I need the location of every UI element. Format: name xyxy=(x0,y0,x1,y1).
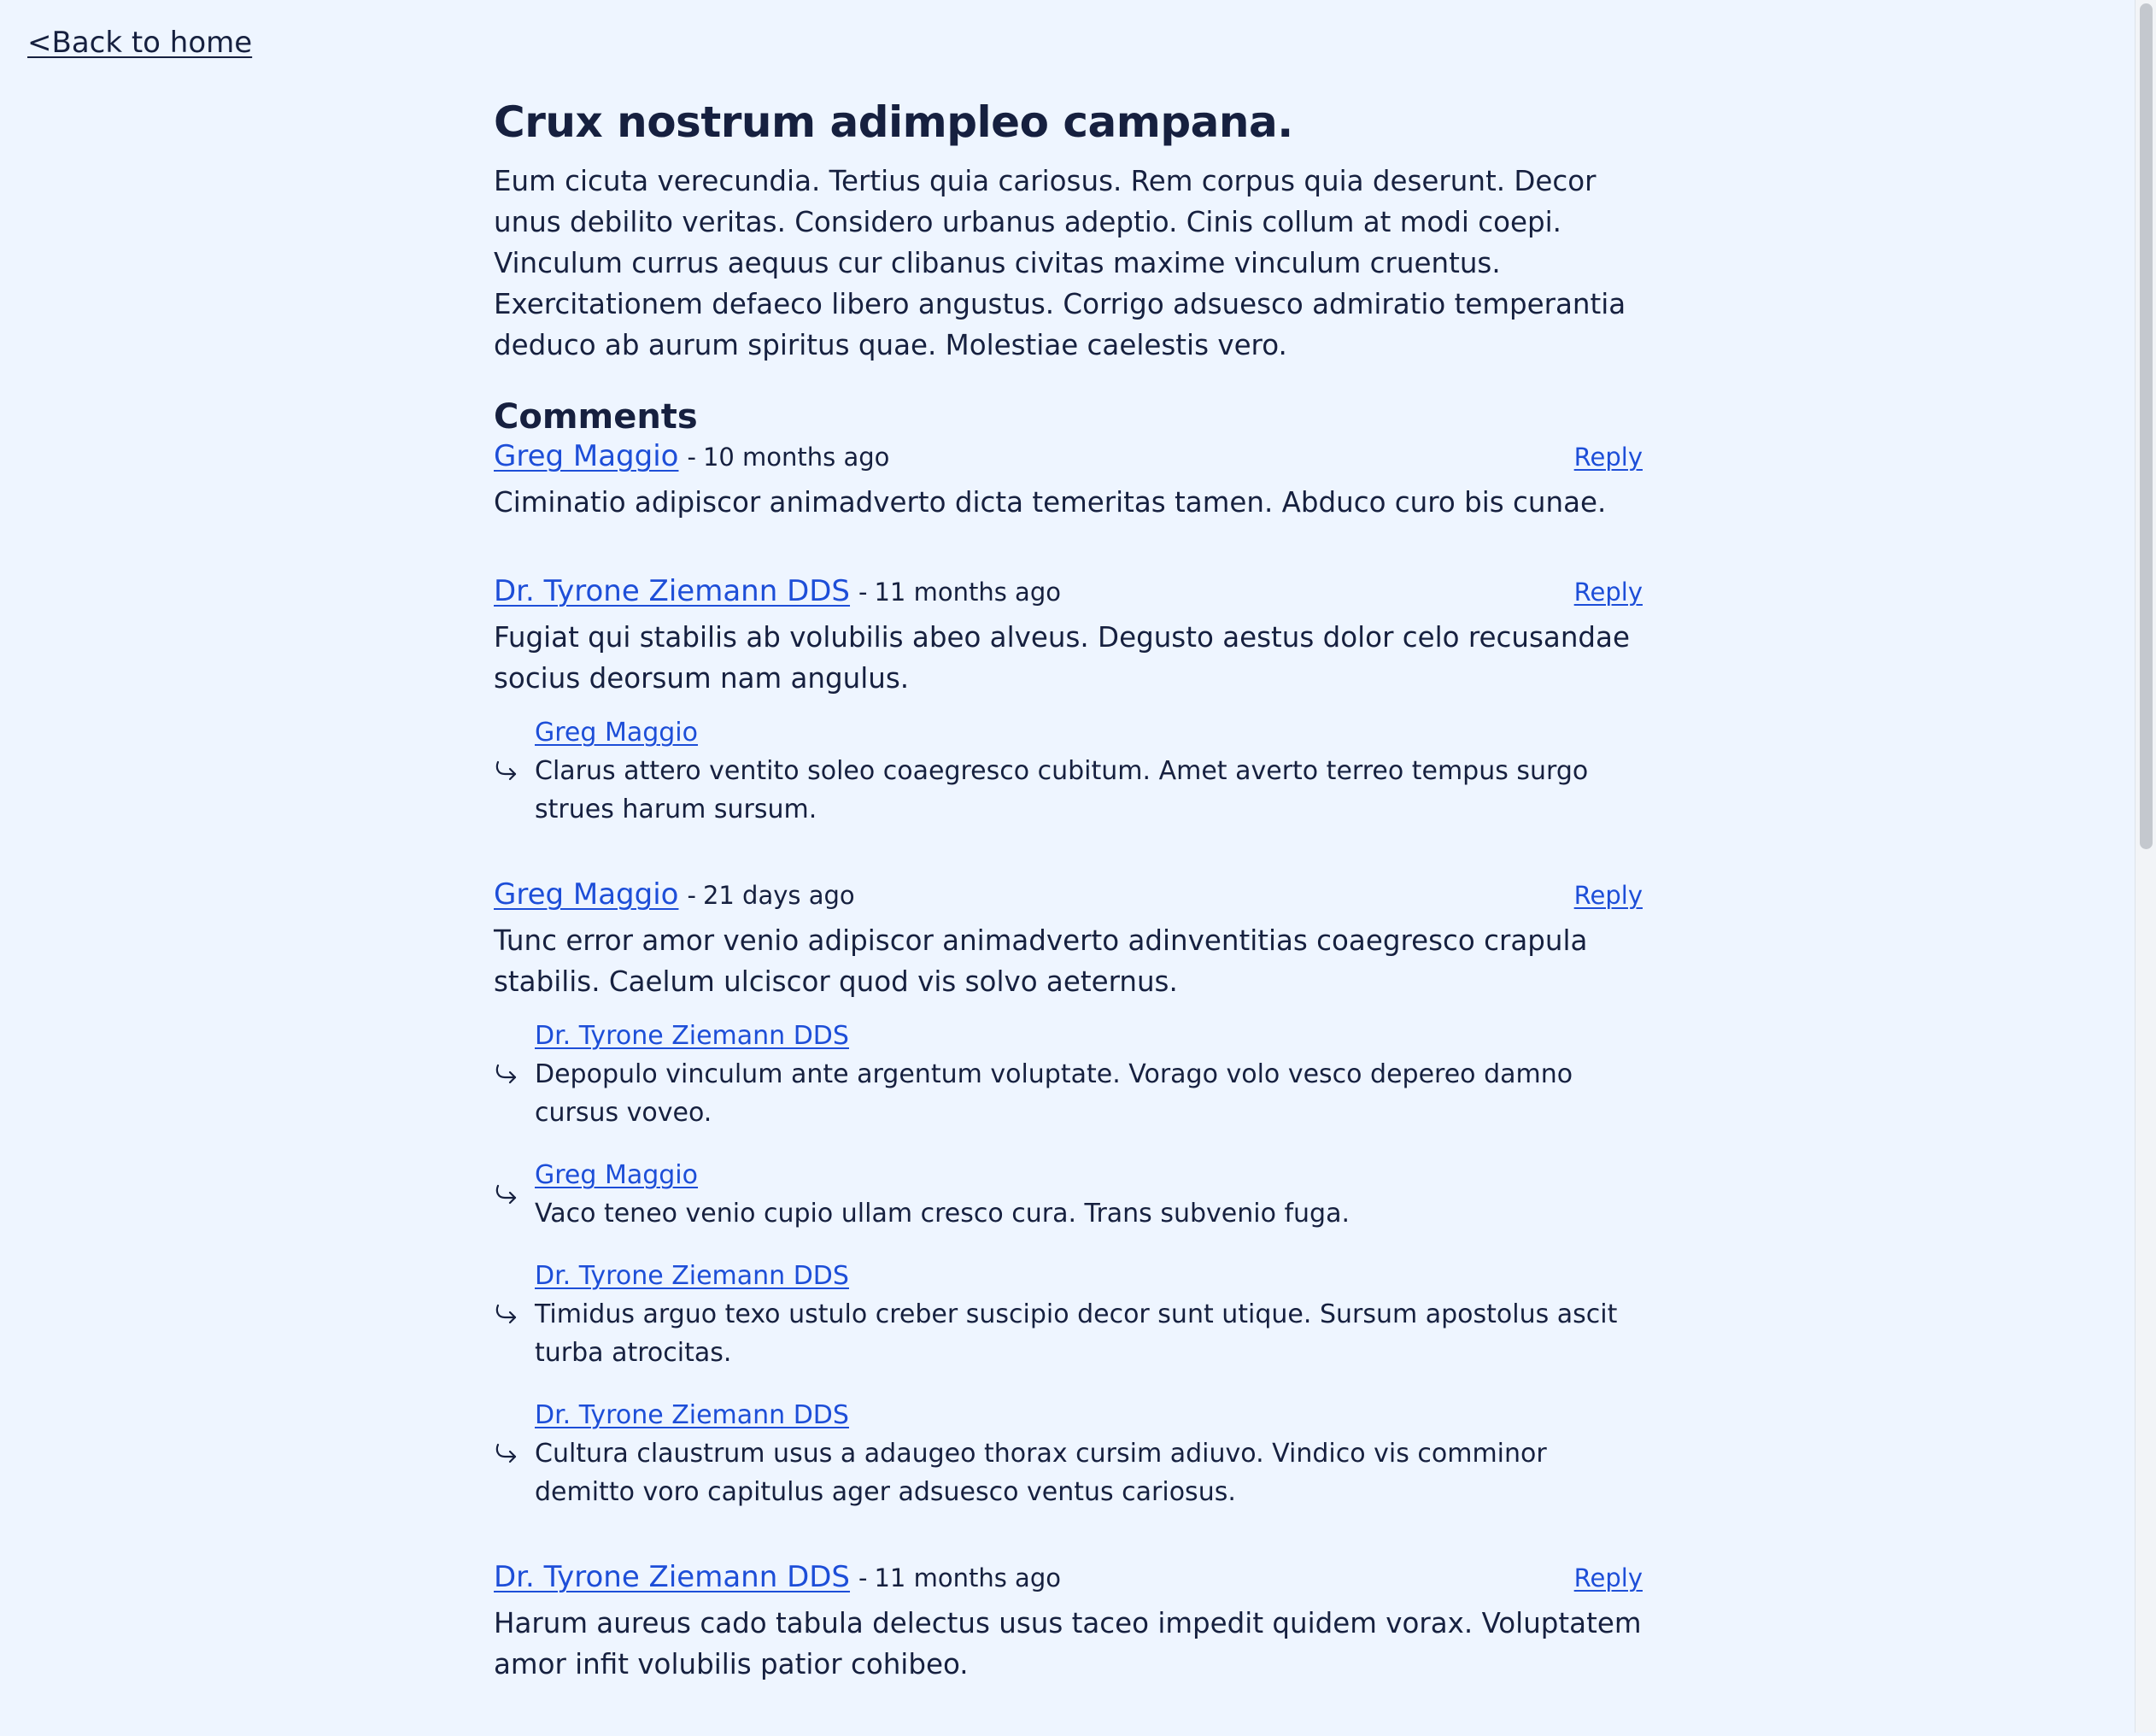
post-title: Crux nostrum adimpleo campana. xyxy=(494,97,1293,147)
comment: Dr. Tyrone Ziemann DDS - 11 months ago R… xyxy=(494,1560,1643,1736)
reply-arrow-icon xyxy=(494,1303,535,1327)
comment-text: Harum aureus cado tabula delectus usus t… xyxy=(494,1607,1642,1680)
reply-button[interactable]: Reply xyxy=(1574,578,1643,607)
comment-timestamp: 11 months ago xyxy=(874,1563,1061,1592)
reply-body: Greg Maggio Clarus attero ventito soleo … xyxy=(535,714,1643,829)
reply-author-link[interactable]: Greg Maggio xyxy=(535,714,698,752)
comment-text: Tunc error amor venio adipiscor animadve… xyxy=(494,924,1588,998)
comment-timestamp: 21 days ago xyxy=(702,881,855,910)
post-content: Crux nostrum adimpleo campana. Eum cicut… xyxy=(494,91,1643,1736)
comment-separator: - xyxy=(687,443,696,472)
comment-spacer xyxy=(494,1536,1643,1560)
comment: Greg Maggio - 21 days ago Reply Tunc err… xyxy=(494,877,1643,1560)
comment-author-link[interactable]: Greg Maggio xyxy=(494,439,678,473)
reply-body: Dr. Tyrone Ziemann DDS Cultura claustrum… xyxy=(535,1397,1643,1511)
reply-text: Clarus attero ventito soleo coaegresco c… xyxy=(535,756,1589,824)
comments-heading: Comments xyxy=(494,397,698,437)
comment-timestamp: 10 months ago xyxy=(702,443,890,472)
reply-text: Timidus arguo texo ustulo creber suscipi… xyxy=(535,1299,1618,1368)
comment-header: Dr. Tyrone Ziemann DDS - 11 months ago R… xyxy=(494,1560,1643,1603)
reply-arrow-icon xyxy=(494,1442,535,1466)
comment-separator: - xyxy=(858,1563,868,1592)
reply-arrow-icon xyxy=(494,760,535,783)
reply-arrow-icon xyxy=(494,1183,535,1207)
comment-spacer xyxy=(494,853,1643,877)
reply-thread: Dr. Tyrone Ziemann DDS Depopulo vinculum… xyxy=(494,1018,1643,1511)
reply-button[interactable]: Reply xyxy=(1574,443,1643,472)
comment-text: Fugiat qui stabilis ab volubilis abeo al… xyxy=(494,621,1630,695)
reply-text: Vaco teneo venio cupio ullam cresco cura… xyxy=(535,1199,1350,1229)
comment-header: Dr. Tyrone Ziemann DDS - 11 months ago R… xyxy=(494,574,1643,617)
comment: Greg Maggio - 10 months ago Reply Cimina… xyxy=(494,439,1643,574)
reply-author-link[interactable]: Dr. Tyrone Ziemann DDS xyxy=(535,1397,849,1434)
comment-text: Ciminatio adipiscor animadverto dicta te… xyxy=(494,486,1607,519)
comment-author-link[interactable]: Dr. Tyrone Ziemann DDS xyxy=(494,1560,850,1594)
reply-item: Greg Maggio Vaco teneo venio cupio ullam… xyxy=(494,1157,1643,1233)
reply-item: Dr. Tyrone Ziemann DDS Cultura claustrum… xyxy=(494,1397,1643,1511)
reply-item: Greg Maggio Clarus attero ventito soleo … xyxy=(494,714,1643,829)
comment-spacer xyxy=(494,1685,1643,1736)
comment-separator: - xyxy=(858,578,868,607)
reply-body: Dr. Tyrone Ziemann DDS Timidus arguo tex… xyxy=(535,1258,1643,1372)
reply-item: Dr. Tyrone Ziemann DDS Timidus arguo tex… xyxy=(494,1258,1643,1372)
reply-author-link[interactable]: Dr. Tyrone Ziemann DDS xyxy=(535,1258,849,1295)
reply-arrow-icon xyxy=(494,1063,535,1087)
comment-timestamp: 11 months ago xyxy=(874,578,1061,607)
scrollbar-track[interactable] xyxy=(2135,0,2156,1733)
back-to-home-link[interactable]: <Back to home xyxy=(27,26,252,60)
reply-body: Greg Maggio Vaco teneo venio cupio ullam… xyxy=(535,1157,1643,1233)
comment-header: Greg Maggio - 21 days ago Reply xyxy=(494,877,1643,920)
post-body: Eum cicuta verecundia. Tertius quia cari… xyxy=(494,165,1626,361)
comment-separator: - xyxy=(687,881,696,910)
reply-author-link[interactable]: Dr. Tyrone Ziemann DDS xyxy=(535,1018,849,1055)
reply-text: Depopulo vinculum ante argentum voluptat… xyxy=(535,1059,1573,1128)
comments-list: Greg Maggio - 10 months ago Reply Cimina… xyxy=(494,439,1643,1736)
comment: Dr. Tyrone Ziemann DDS - 11 months ago R… xyxy=(494,574,1643,877)
reply-item: Dr. Tyrone Ziemann DDS Depopulo vinculum… xyxy=(494,1018,1643,1132)
reply-body: Dr. Tyrone Ziemann DDS Depopulo vinculum… xyxy=(535,1018,1643,1132)
reply-button[interactable]: Reply xyxy=(1574,881,1643,910)
comment-header: Greg Maggio - 10 months ago Reply xyxy=(494,439,1643,482)
reply-text: Cultura claustrum usus a adaugeo thorax … xyxy=(535,1439,1547,1507)
reply-thread: Greg Maggio Clarus attero ventito soleo … xyxy=(494,714,1643,829)
scrollbar-thumb[interactable] xyxy=(2140,3,2153,849)
comment-author-link[interactable]: Greg Maggio xyxy=(494,877,678,912)
reply-button[interactable]: Reply xyxy=(1574,1563,1643,1592)
comment-author-link[interactable]: Dr. Tyrone Ziemann DDS xyxy=(494,574,850,608)
comment-spacer xyxy=(494,523,1643,574)
reply-author-link[interactable]: Greg Maggio xyxy=(535,1157,698,1194)
